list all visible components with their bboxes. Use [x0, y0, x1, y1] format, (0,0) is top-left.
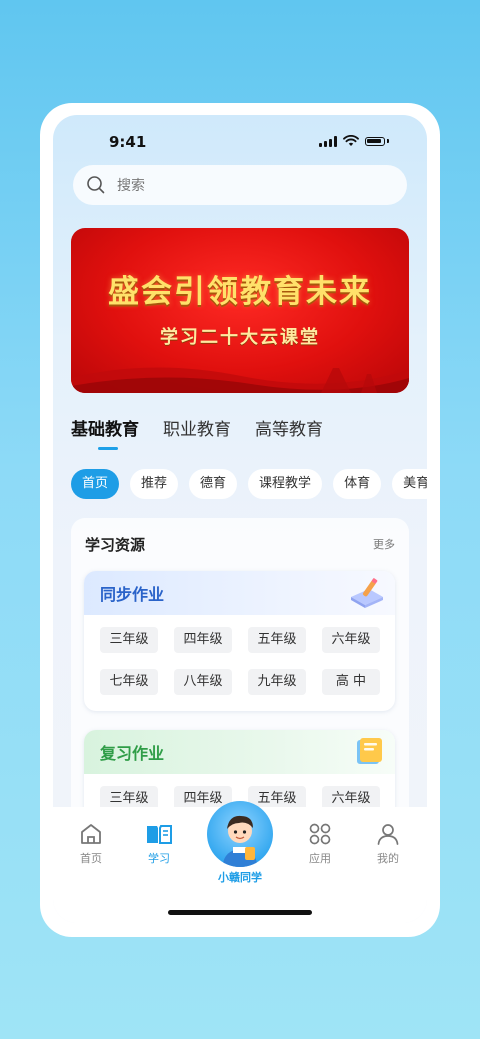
nav-study[interactable]: 学习 — [134, 821, 184, 866]
search-bar[interactable]: 搜索 — [73, 165, 407, 205]
nav-assistant[interactable]: 小赣同学 — [205, 801, 275, 885]
book-stack-icon — [357, 738, 382, 764]
chip-recommend[interactable]: 推荐 — [130, 469, 179, 499]
chip-moral[interactable]: 德育 — [189, 469, 238, 499]
wifi-icon — [343, 135, 359, 146]
category-chips: 首页 推荐 德育 课程教学 体育 美育 — [71, 469, 427, 499]
grade-button[interactable]: 五年级 — [248, 627, 306, 653]
signal-icon — [319, 135, 337, 147]
grade-button[interactable]: 三年级 — [100, 627, 158, 653]
nav-assistant-label: 小赣同学 — [218, 871, 262, 884]
nav-apps[interactable]: 应用 — [295, 821, 345, 866]
tab-vocational-education[interactable]: 职业教育 — [163, 415, 231, 440]
grade-button[interactable]: 高 中 — [322, 669, 380, 695]
bottom-navigation: 首页 学习 小赣同学 应用 我的 — [53, 801, 427, 923]
banner-subtitle: 学习二十大云课堂 — [160, 327, 320, 348]
review-homework-header[interactable]: 复习作业 — [84, 730, 395, 774]
grade-button[interactable]: 四年级 — [174, 627, 232, 653]
sync-homework-card: 同步作业 三年级 四年级 五年级 六年级 七年级 八年级 九年级 高 中 — [84, 571, 395, 711]
chip-sports[interactable]: 体育 — [333, 469, 382, 499]
status-time: 9:41 — [109, 133, 147, 151]
grade-button[interactable]: 九年级 — [248, 669, 306, 695]
search-icon — [87, 176, 105, 194]
banner-decoration — [71, 367, 409, 393]
nav-mine-label: 我的 — [377, 852, 399, 865]
open-book-icon — [147, 825, 172, 844]
notebook-pencil-icon — [351, 578, 383, 608]
student-avatar — [207, 801, 273, 867]
banner-title: 盛会引领教育未来 — [108, 274, 372, 310]
chip-arts[interactable]: 美育 — [392, 469, 427, 499]
phone-frame: 9:41 搜索 盛会引领教育未来 学习二十大云课堂 基础教育 职业教育 高等教育… — [40, 103, 440, 937]
battery-icon — [365, 136, 385, 146]
nav-apps-label: 应用 — [309, 852, 331, 865]
promo-banner[interactable]: 盛会引领教育未来 学习二十大云课堂 — [71, 228, 409, 393]
review-homework-title: 复习作业 — [100, 744, 165, 763]
app-screen: 9:41 搜索 盛会引领教育未来 学习二十大云课堂 基础教育 职业教育 高等教育… — [53, 115, 427, 923]
nav-mine[interactable]: 我的 — [363, 821, 413, 866]
tab-higher-education[interactable]: 高等教育 — [255, 415, 323, 440]
grade-button[interactable]: 六年级 — [322, 627, 380, 653]
active-tab-indicator — [98, 447, 118, 450]
chip-home[interactable]: 首页 — [71, 469, 120, 499]
nav-home[interactable]: 首页 — [66, 821, 116, 866]
nav-study-label: 学习 — [148, 852, 170, 865]
sync-homework-header[interactable]: 同步作业 — [84, 571, 395, 615]
home-icon — [81, 824, 101, 844]
resources-title: 学习资源 — [85, 536, 146, 554]
nav-home-label: 首页 — [80, 852, 102, 865]
status-icons — [319, 135, 389, 147]
home-indicator[interactable] — [168, 910, 312, 915]
resources-more-link[interactable]: 更多 — [373, 536, 395, 552]
chip-course-teaching[interactable]: 课程教学 — [248, 469, 323, 499]
sync-homework-title: 同步作业 — [100, 585, 165, 604]
person-icon — [377, 824, 399, 845]
grid-apps-icon — [309, 823, 331, 845]
search-placeholder[interactable]: 搜索 — [117, 175, 145, 195]
sync-grade-grid: 三年级 四年级 五年级 六年级 七年级 八年级 九年级 高 中 — [100, 627, 380, 695]
education-tabs: 基础教育 职业教育 高等教育 — [71, 415, 323, 440]
tab-basic-education[interactable]: 基础教育 — [71, 415, 139, 440]
grade-button[interactable]: 七年级 — [100, 669, 158, 695]
grade-button[interactable]: 八年级 — [174, 669, 232, 695]
